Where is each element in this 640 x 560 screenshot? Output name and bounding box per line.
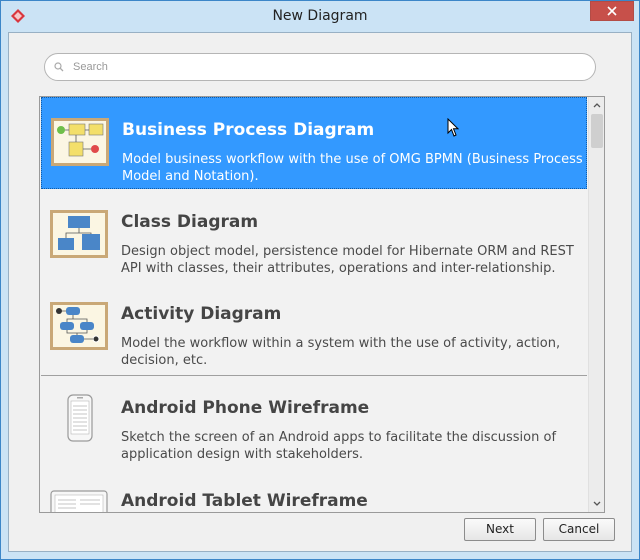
list-item-android-tablet-wireframe[interactable]: Android Tablet Wireframe [41, 469, 587, 512]
diagram-description: Model the workflow within a system with … [121, 336, 561, 368]
cancel-button[interactable]: Cancel [543, 518, 615, 541]
class-diagram-icon [50, 210, 108, 258]
android-phone-icon [67, 394, 93, 442]
next-button[interactable]: Next [464, 518, 536, 541]
search-input[interactable]: Search [44, 53, 596, 81]
scroll-up-button[interactable] [589, 97, 604, 113]
chevron-up-icon [593, 103, 601, 108]
window-title: New Diagram [272, 8, 368, 24]
chevron-down-icon [593, 501, 601, 506]
diagram-description: Model business workflow with the use of … [122, 152, 583, 184]
search-placeholder: Search [73, 61, 108, 73]
bpmn-diagram-icon [51, 118, 109, 166]
list-item-activity-diagram[interactable]: Activity Diagram Model the workflow with… [41, 282, 587, 374]
diagram-type-list[interactable]: Business Process Diagram Model business … [39, 96, 605, 513]
scroll-thumb[interactable] [591, 114, 603, 148]
list-scrollbar[interactable] [588, 97, 604, 512]
diagram-name: Business Process Diagram [122, 120, 375, 140]
list-item-android-phone-wireframe[interactable]: Android Phone Wireframe Sketch the scree… [41, 376, 587, 468]
activity-diagram-icon [50, 302, 108, 350]
diagram-name: Android Tablet Wireframe [121, 491, 368, 511]
new-diagram-window: New Diagram Search Business Process Diag… [0, 0, 640, 560]
android-tablet-icon [50, 490, 108, 512]
dialog-body: Search Business Process Diagram Model bu… [8, 32, 632, 552]
close-button[interactable] [590, 1, 634, 21]
search-icon [54, 62, 64, 72]
close-icon [607, 6, 617, 16]
diagram-name: Class Diagram [121, 212, 259, 232]
list-item-business-process-diagram[interactable]: Business Process Diagram Model business … [41, 97, 587, 189]
diagram-description: Design object model, persistence model f… [121, 244, 574, 276]
title-bar[interactable]: New Diagram [1, 1, 639, 32]
diagram-name: Android Phone Wireframe [121, 398, 370, 418]
mouse-pointer-icon [447, 118, 460, 137]
diagram-description: Sketch the screen of an Android apps to … [121, 430, 557, 462]
list-item-class-diagram[interactable]: Class Diagram Design object model, persi… [41, 190, 587, 282]
diagram-name: Activity Diagram [121, 304, 282, 324]
scroll-down-button[interactable] [589, 496, 604, 512]
